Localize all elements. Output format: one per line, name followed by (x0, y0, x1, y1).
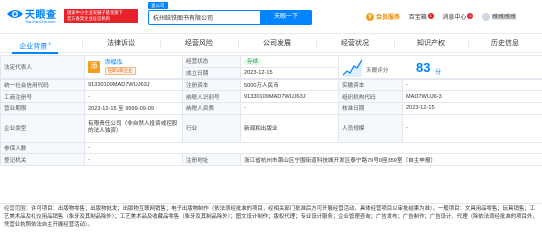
top-nav: V 会员服务 百宝箱 1 消息中心 1 瞧瞧瞧瞧 (366, 13, 523, 23)
active-tab-indicator (12, 52, 58, 54)
registered-capital-key: 注册资本 (182, 78, 241, 92)
authority-key: 登记机关 (0, 153, 85, 166)
tab-legal-litigation[interactable]: 法律诉讼 (82, 35, 160, 52)
founded-key: 成立日期 (182, 66, 241, 80)
org-code-key: 组织机构代码 (338, 90, 403, 103)
endorse-banner: 国家中小企业发展子基金旗下 官方备案企业征信机构 (64, 9, 138, 23)
legal-rep-key: 法定代表人 (0, 54, 85, 80)
table-row: 登记机关 - 注册地址 浙江省杭州市萧山区宁围街道科技城开发区泰宁路79号0座3… (0, 153, 542, 166)
paid-capital-key: 实缴资本 (338, 78, 403, 92)
vip-service-label: 会员服务 (376, 15, 401, 21)
tab-label: 法律诉讼 (107, 40, 135, 47)
staff-size-key: 人员规模 (338, 113, 403, 143)
tab-label: 经营风险 (185, 40, 213, 47)
table-row: 法定代表人 添 添榀泓 任职3家企业 经营状态 存续 天眼评分 83 分 (0, 54, 542, 80)
industry-key: 行业 (182, 113, 241, 143)
score-unit: 分 (435, 70, 442, 76)
business-info-table: 法定代表人 添 添榀泓 任职3家企业 经营状态 存续 天眼评分 83 分 成立日… (0, 54, 542, 80)
credit-code-key: 统一社会信用代码 (0, 78, 85, 92)
registered-capital-value: 5000万人民币 (240, 78, 339, 92)
table-row: 参保人数 - (0, 141, 542, 155)
tab-count: 4 (48, 41, 51, 46)
tab-company-development[interactable]: 公司发展 (238, 35, 316, 52)
message-center-label: 消息中心 (442, 15, 467, 21)
message-center-link[interactable]: 消息中心 1 (442, 13, 474, 23)
address-value: 浙江省杭州市萧山区宁围街道科技城开发区泰宁路79号0座359室（自主申报） (240, 153, 542, 166)
address-key: 注册地址 (182, 153, 241, 166)
section-tabs: 企业背景4 法律诉讼 经营风险 公司发展 经营状况 知识产权 历史信息 (0, 35, 542, 53)
logo-domain: TianYanCha.com (25, 19, 56, 24)
toolbox-badge: 1 (427, 13, 434, 19)
tab-label: 公司发展 (263, 40, 291, 47)
table-row: 工商注册号 - 纳税人识别号 91330109MAD7WUJ63J 组织机构代码… (0, 90, 542, 103)
message-badge: 1 (467, 13, 474, 19)
tab-business-risk[interactable]: 经营风险 (160, 35, 238, 52)
status-cell: 存续 (240, 55, 339, 68)
logo-eye-icon (7, 10, 23, 18)
top-bar: 天眼查 TianYanCha.com 国家中小企业发展子基金旗下 官方备案企业征… (0, 0, 542, 34)
business-info-table-2: 统一社会信用代码 91330109MAD7WUJ63J 注册资本 5000万人民… (0, 78, 542, 166)
search-box: 天眼一下 (148, 10, 312, 25)
credit-code-value: 91330109MAD7WUJ63J (84, 78, 183, 92)
company-type-key: 企业类型 (0, 113, 85, 143)
avatar (482, 13, 491, 22)
authority-value: - (84, 153, 183, 166)
tax-id-key: 纳税人识别号 (182, 90, 241, 103)
search-button[interactable]: 天眼一下 (260, 10, 312, 25)
score-value: 83 (416, 60, 431, 75)
tab-intellectual-property[interactable]: 知识产权 (394, 35, 468, 52)
tax-qualification-value: - (240, 101, 339, 115)
logo[interactable]: 天眼查 TianYanCha.com (6, 5, 62, 27)
tax-id-value: 91330109MAD7WUJ63J (240, 90, 339, 103)
search-input[interactable] (149, 11, 259, 24)
tab-business-status[interactable]: 经营状况 (316, 35, 394, 52)
approval-date-key: 核准日期 (338, 101, 403, 115)
legal-rep-avatar: 添 (88, 61, 100, 74)
toolbox-link[interactable]: 百宝箱 1 (409, 13, 434, 23)
tab-history[interactable]: 历史信息 (468, 35, 542, 52)
status-badge: 存续 (244, 59, 262, 66)
business-reg-value: - (84, 90, 183, 103)
tab-label: 经营状况 (341, 40, 369, 47)
score-key: 天眼评分 (366, 68, 389, 74)
company-type-value: 有限责任公司（非自然人投资或控股的法人独资） (84, 113, 183, 143)
search-type-tabs: 查公司 (148, 2, 168, 9)
insured-count-value: - (84, 141, 542, 155)
user-menu[interactable]: 瞧瞧瞧瞧 (482, 13, 516, 23)
search-tab-company[interactable]: 查公司 (148, 2, 168, 9)
vip-service-link[interactable]: V 会员服务 (366, 13, 400, 23)
founded-value: 2023-12-15 (240, 66, 339, 80)
business-term-key: 营业期限 (0, 101, 85, 115)
tax-qualification-key: 纳税人资质 (182, 101, 241, 115)
endorse-line-2: 官方备案企业征信机构 (67, 16, 110, 21)
org-code-value: MAD7WUJ6-3 (402, 90, 542, 103)
business-scope-key: 经营范围 (4, 206, 26, 212)
table-row: 营业期限 2023-12-15 至 9999-09-09 纳税人资质 - 核准日… (0, 101, 542, 115)
score-chart-icon (342, 59, 363, 77)
staff-size-value: - (402, 113, 542, 143)
toolbox-label: 百宝箱 (408, 15, 427, 21)
business-scope-value: 许可项目：出版物零售；出版物批发；出版物互联网销售；电子出版物制作（依法须经批准… (4, 206, 538, 228)
tab-label: 企业背景 (19, 43, 48, 51)
table-row: 企业类型 有限责任公司（非自然人投资或控股的法人独资） 行业 新闻和出版业 人员… (0, 113, 542, 143)
tab-label: 历史信息 (491, 40, 519, 47)
status-key: 经营状态 (182, 55, 241, 68)
insured-count-key: 参保人数 (0, 141, 85, 155)
username: 瞧瞧瞧瞧 (492, 15, 517, 21)
paid-capital-value: - (402, 78, 542, 92)
tab-label: 知识产权 (417, 40, 445, 47)
industry-value: 新闻和出版业 (240, 113, 339, 143)
business-scope: 经营范围：许可项目：出版物零售；出版物批发；出版物互联网销售；电子出版物制作（依… (0, 203, 542, 240)
crown-icon: V (366, 13, 374, 22)
legal-rep-tag[interactable]: 任职3家企业 (104, 66, 136, 75)
business-reg-key: 工商注册号 (0, 90, 85, 103)
score-cell[interactable]: 天眼评分 83 分 (338, 54, 542, 80)
legal-rep-info: 添榀泓 任职3家企业 (104, 60, 136, 75)
tab-enterprise-background[interactable]: 企业背景4 (0, 35, 70, 52)
table-row: 统一社会信用代码 91330109MAD7WUJ63J 注册资本 5000万人民… (0, 78, 542, 92)
legal-rep-cell: 添 添榀泓 任职3家企业 (84, 54, 183, 80)
business-term-value: 2023-12-15 至 9999-09-09 (84, 101, 183, 115)
approval-date-value: 2023-12-15 (402, 101, 542, 115)
legal-rep-name[interactable]: 添榀泓 (105, 60, 136, 67)
